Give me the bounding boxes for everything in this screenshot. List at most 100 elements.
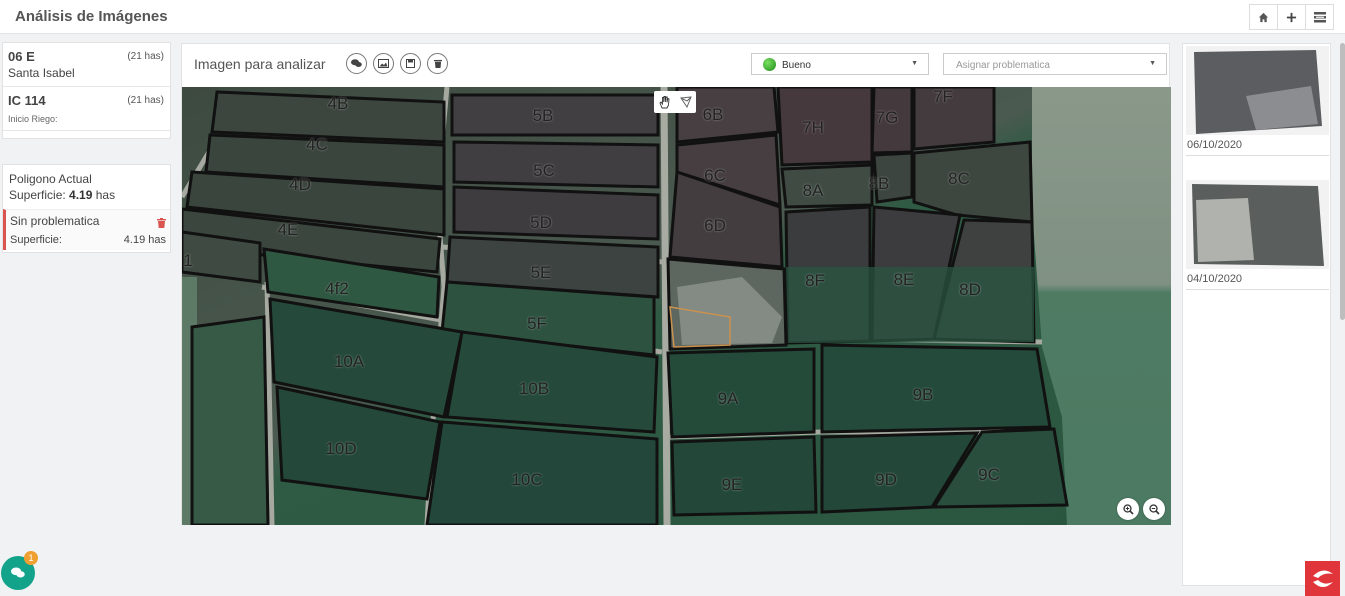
history-date: 04/10/2020 <box>1186 269 1329 290</box>
image-icon <box>378 59 389 68</box>
field-label: 8D <box>959 280 981 299</box>
field-label: 8F <box>805 271 825 290</box>
field-label: 4B <box>327 94 349 113</box>
list-icon <box>1313 11 1326 22</box>
map-tools <box>654 91 696 113</box>
field-label: 6B <box>702 105 724 124</box>
polygon-draw-icon[interactable] <box>679 95 693 109</box>
field-label: 6C <box>704 166 726 185</box>
field-label: 5F <box>527 314 547 333</box>
zoom-in-button[interactable] <box>1117 498 1139 520</box>
field-label: 9C <box>978 465 1000 484</box>
lot-item[interactable]: 06 E (21 has) Santa Isabel <box>3 43 170 87</box>
satellite-map[interactable] <box>182 87 1171 525</box>
comments-button[interactable] <box>346 53 367 74</box>
top-bar: Análisis de Imágenes <box>0 0 1345 34</box>
history-thumbnail[interactable]: 04/10/2020 <box>1186 180 1329 290</box>
problem-select[interactable]: Asignar problematica ▼ <box>943 53 1167 75</box>
problem-surface-row: Superficie: 4.19 has <box>10 234 166 246</box>
status-green-icon <box>763 58 776 71</box>
trash-icon <box>157 218 166 228</box>
field-image-thumbnail <box>1186 180 1329 269</box>
page-title: Análisis de Imágenes <box>15 8 168 25</box>
field-label: 4C <box>306 135 328 154</box>
comments-icon <box>351 59 362 67</box>
field-label: 4f2 <box>325 279 349 298</box>
status-select-value: Bueno <box>782 60 811 71</box>
lot-farm: Santa Isabel <box>8 66 75 80</box>
problem-name: Sin problematica <box>10 214 100 228</box>
field-label: 4E <box>277 220 299 239</box>
status-select[interactable]: Bueno ▼ <box>751 53 929 75</box>
field-label: 5B <box>532 106 554 125</box>
problem-select-placeholder: Asignar problematica <box>956 60 1050 71</box>
image-button[interactable] <box>373 53 394 74</box>
problem-surface-label: Superficie: <box>10 234 62 246</box>
polygon-header: Poligono Actual Superficie: 4.19 has <box>3 165 170 207</box>
field-label: 10A <box>333 352 365 371</box>
lot-area: (21 has) <box>127 51 164 62</box>
field-label: 9D <box>875 470 897 489</box>
chevron-down-icon: ▼ <box>911 60 918 67</box>
lots-card: 06 E (21 has) Santa Isabel IC 114 (21 ha… <box>2 42 171 139</box>
problem-surface-value: 4.19 has <box>123 234 166 246</box>
panel-actions <box>346 53 448 74</box>
zoom-in-icon <box>1122 503 1134 515</box>
polygon-surface-label: Superficie: <box>9 188 66 202</box>
save-icon <box>406 59 415 68</box>
hand-icon[interactable] <box>658 95 672 109</box>
field-label: 10D <box>325 439 357 458</box>
field-label: 10B <box>518 379 550 398</box>
field-label: 8A <box>802 181 824 200</box>
chevron-down-icon: ▼ <box>1149 60 1156 67</box>
list-button[interactable] <box>1305 4 1334 30</box>
polygon-title: Poligono Actual <box>9 172 92 186</box>
home-icon <box>1258 12 1269 22</box>
zoom-out-icon <box>1148 503 1160 515</box>
delete-problem-button[interactable] <box>157 215 166 233</box>
polygon-surface: Superficie: 4.19 has <box>9 187 164 203</box>
field-image-thumbnail <box>1186 46 1329 135</box>
plus-icon <box>1286 12 1297 22</box>
add-button[interactable] <box>1277 4 1306 30</box>
trash-icon <box>433 59 442 68</box>
field-label: 7H <box>802 118 824 137</box>
lot-area: (21 has) <box>127 95 164 106</box>
problem-item[interactable]: Sin problematica Superficie: 4.19 has <box>3 209 170 250</box>
delete-button[interactable] <box>427 53 448 74</box>
history-date: 06/10/2020 <box>1186 135 1329 156</box>
field-label: 8B <box>868 174 890 193</box>
field-label: 9A <box>717 389 739 408</box>
field-label: 9E <box>721 475 743 494</box>
logo-icon <box>1312 569 1333 587</box>
field-label: 5C <box>533 161 555 180</box>
page-scrollbar[interactable] <box>1340 43 1345 320</box>
map-fields-layer <box>182 87 1171 525</box>
field-label: 5E <box>530 263 552 282</box>
image-history-panel: 06/10/2020 04/10/2020 <box>1182 43 1331 586</box>
panel-title: Imagen para analizar <box>194 56 326 72</box>
history-thumbnail[interactable]: 06/10/2020 <box>1186 46 1329 156</box>
polygon-surface-value: 4.19 <box>69 188 93 202</box>
comments-icon <box>11 567 25 578</box>
home-button[interactable] <box>1249 4 1278 30</box>
polygon-card: Poligono Actual Superficie: 4.19 has Sin… <box>2 164 171 253</box>
notification-badge: 1 <box>24 551 38 565</box>
save-button[interactable] <box>400 53 421 74</box>
field-label: 1 <box>183 251 193 270</box>
lot-irrigation-start: Inicio Riego: <box>8 114 58 124</box>
field-label: 8C <box>948 169 970 188</box>
field-label: 8E <box>893 270 915 289</box>
lot-item[interactable]: IC 114 (21 has) Inicio Riego: <box>3 87 170 131</box>
field-label: 9B <box>912 385 934 404</box>
brand-logo[interactable] <box>1305 561 1340 596</box>
field-label: 4D <box>289 175 311 194</box>
field-label: 6D <box>704 216 726 235</box>
field-label: 7G <box>875 108 899 127</box>
field-label: 7F <box>933 87 953 106</box>
field-label: 5D <box>530 213 552 232</box>
zoom-out-button[interactable] <box>1143 498 1165 520</box>
top-actions <box>1249 4 1334 30</box>
polygon-surface-unit: has <box>95 188 116 202</box>
field-label: 10C <box>511 470 543 489</box>
